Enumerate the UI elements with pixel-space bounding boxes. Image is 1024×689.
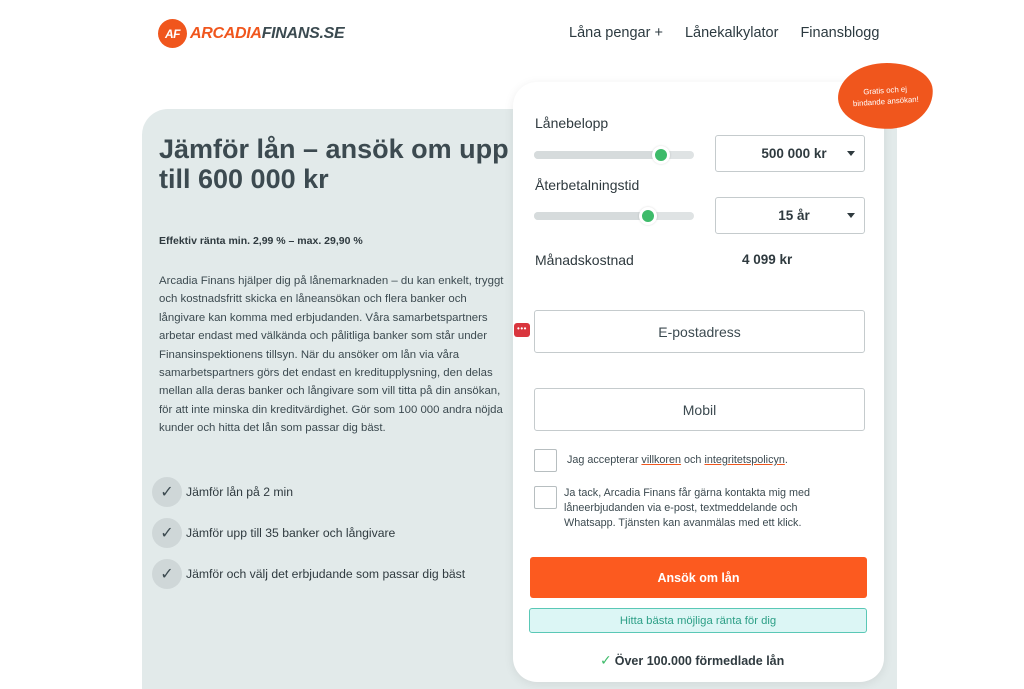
loan-amount-slider-fill: [534, 151, 661, 159]
terms-suffix: .: [784, 454, 788, 466]
loans-brokered-note: ✓ Över 100.000 förmedlade lån: [600, 652, 784, 669]
loan-amount-label: Lånebelopp: [535, 115, 609, 131]
check-icon: ✓: [152, 477, 182, 507]
contact-consent-checkbox[interactable]: [534, 486, 557, 509]
chevron-down-icon: [847, 151, 855, 156]
email-field[interactable]: [534, 310, 865, 353]
monthly-cost-value: 4 099 kr: [742, 252, 793, 267]
hero-description: Arcadia Finans hjälper dig på lånemarkna…: [159, 275, 504, 435]
terms-link[interactable]: villkoren: [641, 454, 681, 466]
benefit-text: Jämför lån på 2 min: [186, 485, 294, 499]
loan-amount-value: 500 000 kr: [761, 146, 827, 161]
terms-text: Jag accepterar villkoren och integritets…: [567, 453, 788, 468]
loan-amount-slider[interactable]: [534, 146, 694, 164]
nav-item-finansblogg[interactable]: Finansblogg: [800, 25, 879, 41]
password-manager-icon[interactable]: •••: [514, 323, 530, 337]
monthly-cost-label: Månadskostnad: [535, 252, 634, 268]
benefit-item: ✓ Jämför lån på 2 min: [152, 476, 465, 508]
loans-brokered-text: Över 100.000 förmedlade lån: [614, 653, 785, 668]
terms-prefix: Jag accepterar: [567, 454, 642, 466]
term-select[interactable]: 15 år: [715, 197, 865, 234]
term-slider[interactable]: [534, 207, 694, 225]
effective-rate-text: Effektiv ränta min. 2,99 % – max. 29,90 …: [159, 235, 363, 247]
mobile-field[interactable]: [534, 388, 865, 431]
check-icon: ✓: [600, 652, 612, 668]
term-slider-thumb[interactable]: [639, 207, 657, 225]
benefit-text: Jämför och välj det erbjudande som passa…: [186, 567, 466, 581]
benefit-item: ✓ Jämför upp till 35 banker och långivar…: [152, 517, 465, 549]
benefit-checklist: ✓ Jämför lån på 2 min ✓ Jämför upp till …: [152, 476, 465, 599]
nav-item-lanekalkylator[interactable]: Lånekalkylator: [685, 25, 779, 41]
check-icon: ✓: [152, 518, 182, 548]
term-label: Återbetalningstid: [535, 177, 640, 193]
logo-tld: FINANS.SE: [261, 24, 345, 42]
logo-text: ARCADIAFINANS.SE: [190, 24, 345, 43]
privacy-policy-link[interactable]: integritetspolicyn: [704, 454, 784, 466]
loan-amount-slider-thumb[interactable]: [652, 146, 670, 164]
check-icon: ✓: [152, 559, 182, 589]
nav-item-lana-pengar[interactable]: Låna pengar +: [569, 25, 663, 41]
main-nav: Låna pengar + Lånekalkylator Finansblogg: [569, 25, 879, 41]
logo[interactable]: AF ARCADIAFINANS.SE: [158, 19, 345, 48]
term-slider-fill: [534, 212, 648, 220]
terms-mid: och: [681, 454, 705, 466]
contact-consent-text: Ja tack, Arcadia Finans får gärna kontak…: [564, 487, 811, 529]
terms-checkbox[interactable]: [534, 449, 557, 472]
logo-badge: AF: [158, 19, 187, 48]
benefit-text: Jämför upp till 35 banker och långivare: [186, 526, 396, 540]
apply-button[interactable]: Ansök om lån: [530, 557, 867, 598]
benefit-item: ✓ Jämför och välj det erbjudande som pas…: [152, 558, 465, 590]
chevron-down-icon: [847, 213, 855, 218]
hero-title: Jämför lån – ansök om upp till 600 000 k…: [159, 134, 509, 194]
loan-amount-select[interactable]: 500 000 kr: [715, 135, 865, 172]
find-best-rate-button[interactable]: Hitta bästa möjliga ränta för dig: [529, 608, 867, 633]
logo-brand: ARCADIA: [190, 24, 262, 42]
term-value: 15 år: [778, 208, 810, 223]
